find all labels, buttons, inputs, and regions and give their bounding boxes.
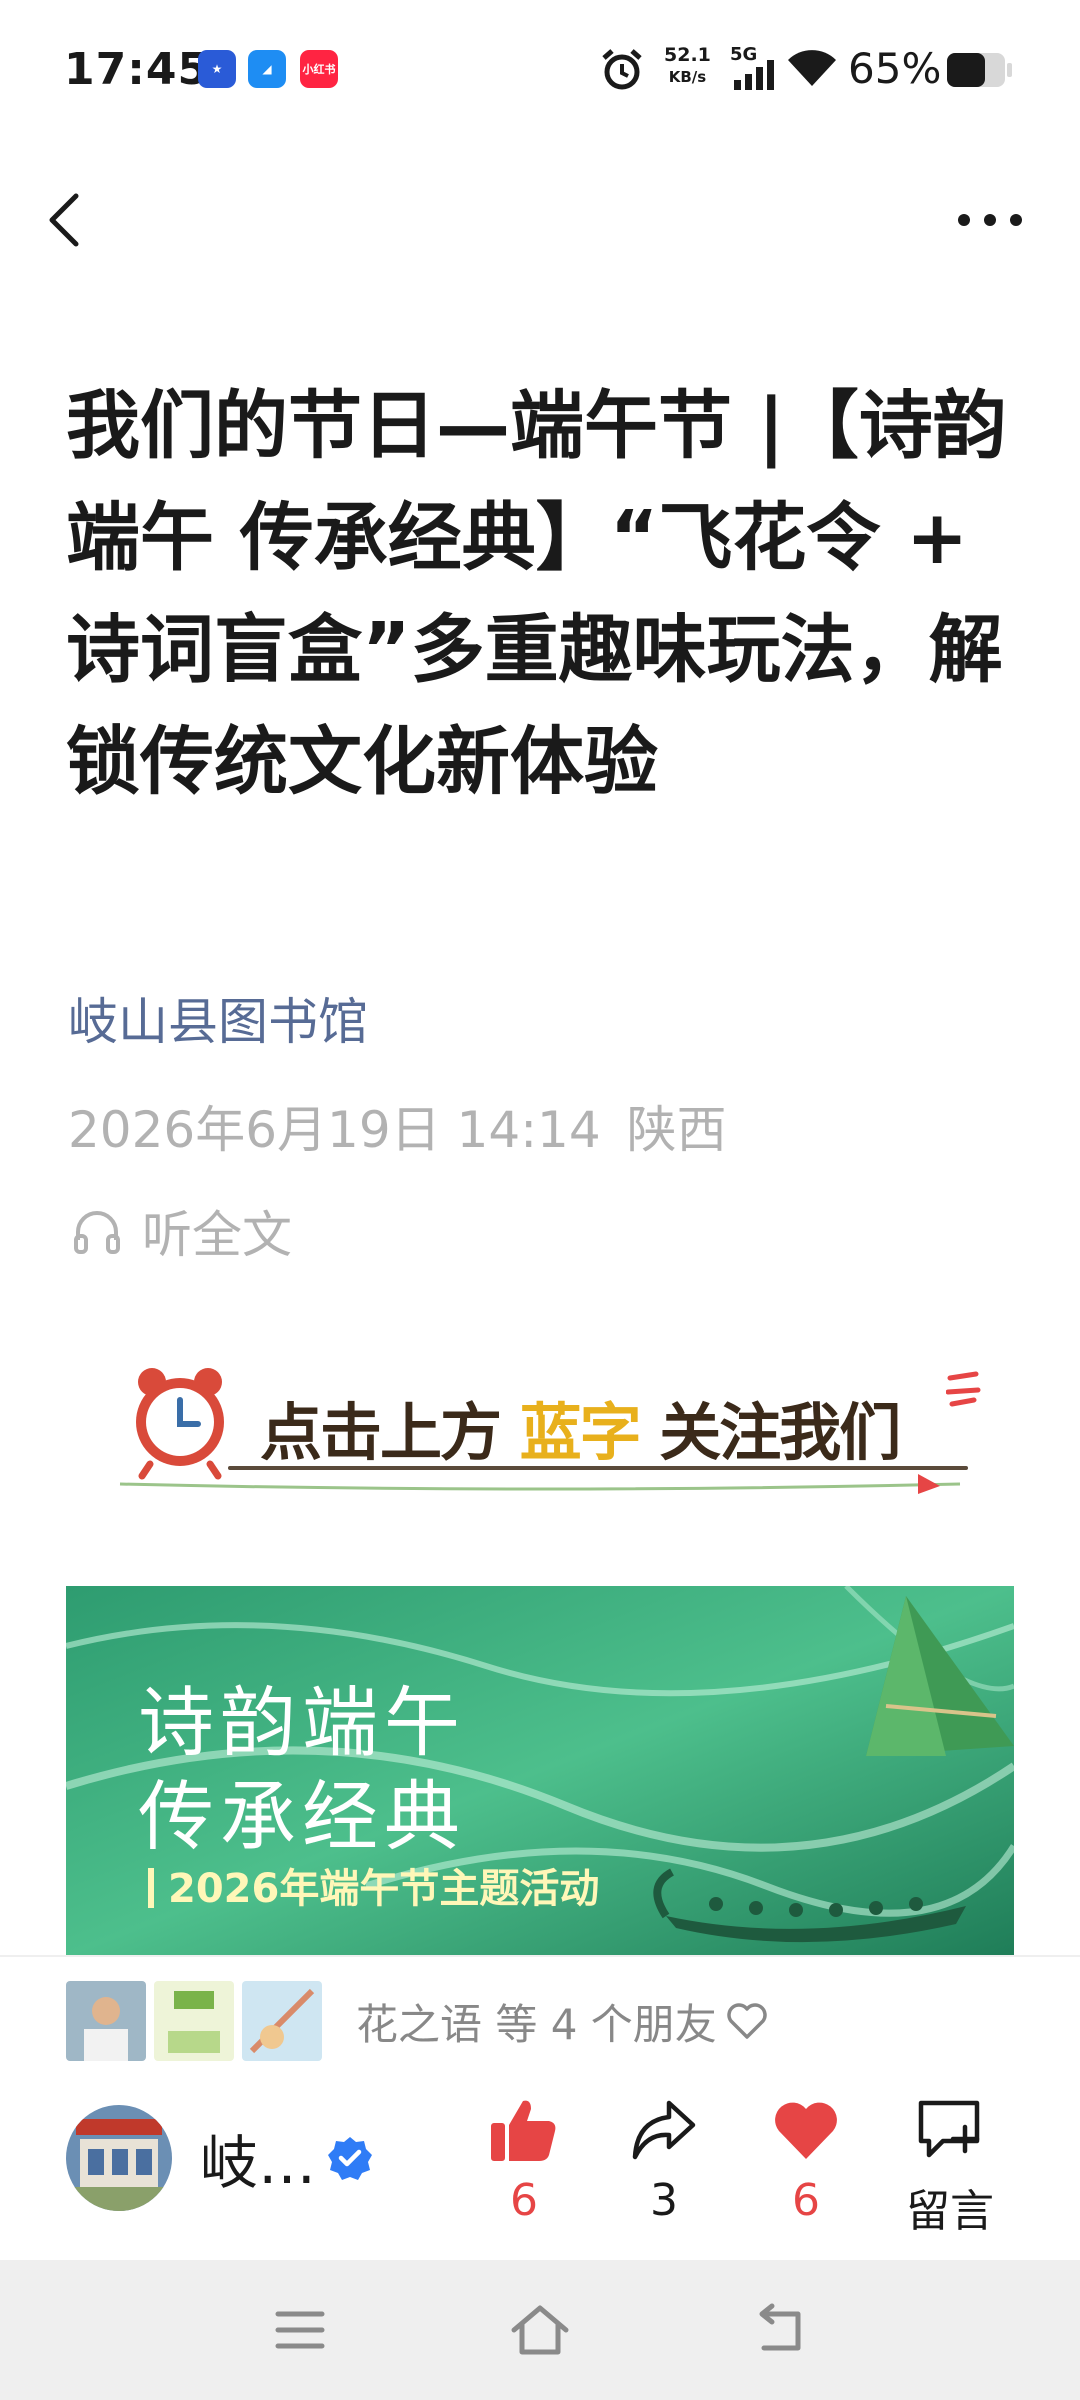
share-arrow-icon [632,2100,696,2160]
heart-outline-icon [727,2003,767,2039]
listen-full-text-button[interactable]: 听全文 [70,1196,292,1266]
system-navigation-bar [0,2260,1080,2400]
decorative-leaf [119,1474,961,1494]
article-meta: 2026年6月19日 14:14 陕西 [68,1090,727,1162]
xiaohongshu-icon: 小红书 [300,50,338,88]
thumbs-up-icon [491,2100,556,2161]
app-notification-icon: ◢ [248,50,286,88]
status-bar: 17:45 ★ ◢ 小红书 52.1 KB/s 5G 65% [0,0,1080,140]
article-cover-image[interactable]: 诗韵端午 传承经典 2026年端午节主题活动 [66,1586,1014,1956]
cover-title-line2: 传承经典 [138,1772,466,1861]
follow-us-banner: 点击上方 蓝字 关注我们 [110,1360,990,1500]
friends-liked-row[interactable]: 花之语 等 4 个朋友 [66,1981,769,2061]
share-count: 3 [650,2175,678,2226]
follow-text-highlight: 蓝字 [519,1395,643,1470]
friends-text: 花之语 等 4 个朋友 [356,1999,717,2049]
alarm-clock-icon [136,1368,224,1480]
cover-subtitle: 2026年端午节主题活动 [148,1856,599,1914]
network-speed: 52.1 KB/s [664,44,711,88]
bottom-action-bar: 花之语 等 4 个朋友 岐… 6 3 6 留言 [0,1957,1080,2260]
follow-us-text: 点击上方 蓝字 关注我们 [259,1382,902,1472]
publish-location: 陕西 [626,1101,727,1159]
publish-date: 2026年6月19日 14:14 [68,1101,601,1159]
home-icon [511,2305,569,2355]
favorite-count: 6 [792,2175,820,2226]
comment-add-icon [918,2100,980,2158]
battery-percent: 65% [848,44,942,93]
friend-avatar [154,1981,234,2061]
alarm-icon [602,49,642,90]
battery-icon [947,53,1012,87]
friend-avatar [242,1981,322,2061]
account-avatar [66,2105,172,2211]
network-speed-value: 52.1 [664,44,711,66]
more-options-button[interactable] [950,190,1030,250]
chevron-left-icon [49,193,79,247]
like-count: 6 [510,2175,538,2226]
follow-text-after: 关注我们 [658,1395,902,1470]
account-name: 岐… [200,2129,317,2197]
menu-icon [275,2311,325,2349]
headphones-icon [74,1211,120,1254]
return-icon [759,2303,801,2351]
share-button[interactable]: 3 [604,2097,724,2226]
wifi-icon [788,50,836,86]
heart-filled-icon [775,2102,837,2159]
more-dots-icon [958,214,1022,226]
network-speed-unit: KB/s [668,68,707,86]
menu-button[interactable] [270,2300,330,2364]
account-profile[interactable]: 岐… [66,2105,374,2211]
friend-avatar [66,1981,146,2061]
cover-title: 诗韵端午 传承经典 [138,1676,466,1864]
back-button[interactable] [36,180,96,260]
verified-badge-icon [328,2137,373,2180]
app-notification-icon: ★ [198,50,236,88]
back-nav-button[interactable] [750,2300,810,2364]
article-title: 我们的节日—端午节 |【诗韵端午 传承经典】“飞花令 + 诗词盲盒”多重趣味玩法… [66,383,1007,805]
comment-button[interactable]: 留言 [890,2097,1010,2239]
listen-label: 听全文 [142,1206,292,1264]
status-time: 17:45 [64,44,210,95]
favorite-button[interactable]: 6 [746,2097,866,2226]
author-link[interactable]: 岐山县图书馆 [68,982,368,1054]
like-button[interactable]: 6 [464,2097,584,2226]
comment-label: 留言 [906,2186,994,2237]
follow-text-before: 点击上方 [259,1395,503,1470]
cover-title-line1: 诗韵端午 [138,1678,466,1767]
sparkle-icon [946,1371,981,1407]
signal-icon [734,60,774,90]
home-button[interactable] [508,2300,572,2364]
